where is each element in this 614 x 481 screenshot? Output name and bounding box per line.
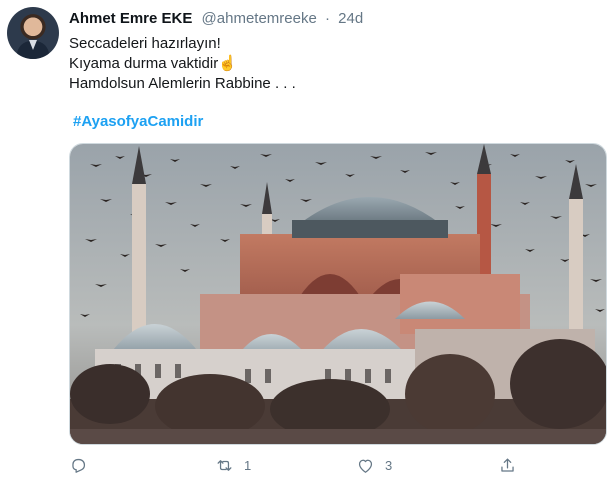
- like-icon: [358, 459, 373, 473]
- tweet[interactable]: Ahmet Emre EKE @ahmetemreeke · 24d Secca…: [0, 0, 614, 481]
- share-icon: [501, 458, 514, 472]
- share-button[interactable]: [498, 456, 527, 475]
- tweet-header: Ahmet Emre EKE @ahmetemreeke · 24d: [69, 9, 363, 29]
- tweet-line: Hamdolsun Alemlerin Rabbine . . .: [69, 75, 296, 92]
- avatar[interactable]: [7, 7, 59, 59]
- separator-dot: ·: [325, 10, 330, 27]
- like-count: 3: [385, 458, 393, 473]
- author-name[interactable]: Ahmet Emre EKE: [69, 10, 192, 27]
- tweet-line: Kıyama durma vaktidir☝️: [69, 55, 237, 72]
- like-button[interactable]: 3: [356, 456, 392, 475]
- retweet-count: 1: [244, 458, 252, 473]
- hagia-sophia-photo: [70, 144, 606, 444]
- hashtag-link[interactable]: #AyasofyaCamidir: [73, 112, 203, 132]
- retweet-button[interactable]: 1: [215, 456, 251, 475]
- tweet-media-photo[interactable]: [69, 143, 607, 445]
- tweet-timestamp[interactable]: 24d: [338, 10, 363, 27]
- tweet-text: Seccadeleri hazırlayın! Kıyama durma vak…: [69, 34, 296, 94]
- reply-icon: [72, 458, 86, 473]
- tweet-line: Seccadeleri hazırlayın!: [69, 35, 221, 52]
- retweet-icon: [217, 460, 232, 471]
- reply-button[interactable]: [69, 456, 98, 475]
- tweet-actions: 1 3: [69, 453, 549, 481]
- author-handle[interactable]: @ahmetemreeke: [202, 10, 317, 27]
